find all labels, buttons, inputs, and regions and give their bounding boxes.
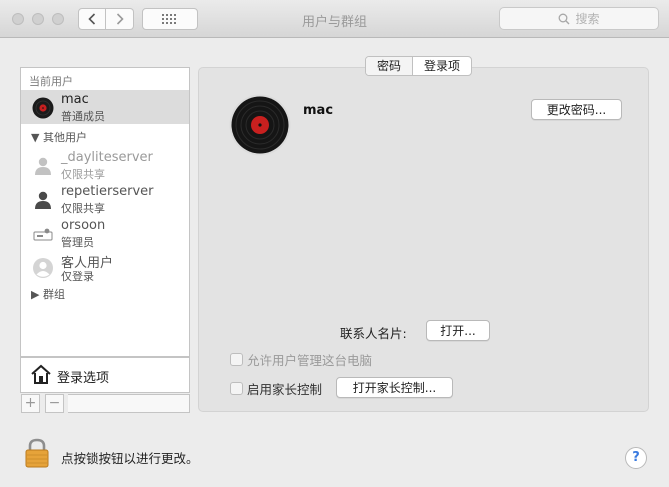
user-role: 管理员 [61,236,94,249]
user-item-dayliteserver[interactable]: _dayliteserver 仅限共享 [21,148,189,182]
vinyl-record-avatar-icon[interactable] [229,94,291,156]
change-password-button[interactable]: 更改密码... [531,99,622,120]
remove-user-button[interactable]: − [45,394,64,413]
title-bar: 用户与群组 搜索 [0,0,669,38]
user-item-mac[interactable]: mac 普通成员 [21,90,189,124]
search-field[interactable]: 搜索 [499,7,659,30]
user-item-repetierserver[interactable]: repetierserver 仅限共享 [21,182,189,216]
other-users-disclosure[interactable]: ▼ 其他用户 [31,129,87,145]
lock-icon[interactable] [24,438,50,468]
allow-admin-row: 允许用户管理这台电脑 [230,351,373,368]
parental-controls-row: 启用家长控制 [230,380,323,397]
groups-label: 群组 [42,288,65,301]
user-name: repetierserver [61,184,154,199]
login-options-item[interactable]: 登录选项 [20,357,190,393]
groups-disclosure[interactable]: ▶ 群组 [31,286,65,302]
disclosure-down-icon: ▼ [31,131,40,144]
other-users-header: 其他用户 [42,131,87,144]
user-role: 仅限共享 [61,202,105,215]
user-name: _dayliteserver [61,150,153,165]
guest-user-icon [33,258,53,278]
users-list: 当前用户 mac 普通成员 ▼ 其他用户 _dayliteserver 仅限共享… [20,67,190,357]
selected-user-name: mac [303,103,334,118]
disclosure-right-icon: ▶ [31,288,40,301]
tab-login-items[interactable]: 登录项 [412,57,471,75]
user-silhouette-icon [35,191,51,209]
parental-controls-checkbox[interactable] [230,381,243,395]
user-name: mac [61,92,89,107]
tab-password[interactable]: 密码 [366,57,413,75]
house-icon [31,364,51,384]
user-role: 仅限共享 [61,168,105,181]
contact-card-label: 联系人名片: [340,326,407,341]
parental-controls-label: 启用家长控制 [247,381,323,397]
user-item-orsoon[interactable]: orsoon 管理员 [21,216,189,250]
vinyl-record-icon [32,97,54,119]
user-role: 仅登录 [61,270,94,283]
user-role: 普通成员 [61,110,105,123]
user-item-guest[interactable]: 客人用户 仅登录 [21,250,189,284]
allow-admin-label: 允许用户管理这台电脑 [247,352,373,368]
tab-bar: 密码 登录项 [365,56,473,76]
lock-instruction-text: 点按锁按钮以进行更改。 [61,451,199,466]
search-icon [559,13,570,24]
search-placeholder: 搜索 [575,12,600,26]
network-user-icon [33,228,53,241]
help-button[interactable]: ? [625,447,647,469]
current-users-header: 当前用户 [29,75,73,88]
add-user-button[interactable]: + [21,394,40,413]
sidebar-button-bar [68,394,190,413]
user-name: orsoon [61,218,106,233]
open-contact-card-button[interactable]: 打开... [426,320,490,341]
open-parental-controls-button[interactable]: 打开家长控制... [336,377,453,398]
allow-admin-checkbox[interactable] [230,352,243,366]
user-silhouette-icon [35,157,51,175]
login-options-label: 登录选项 [57,371,110,386]
